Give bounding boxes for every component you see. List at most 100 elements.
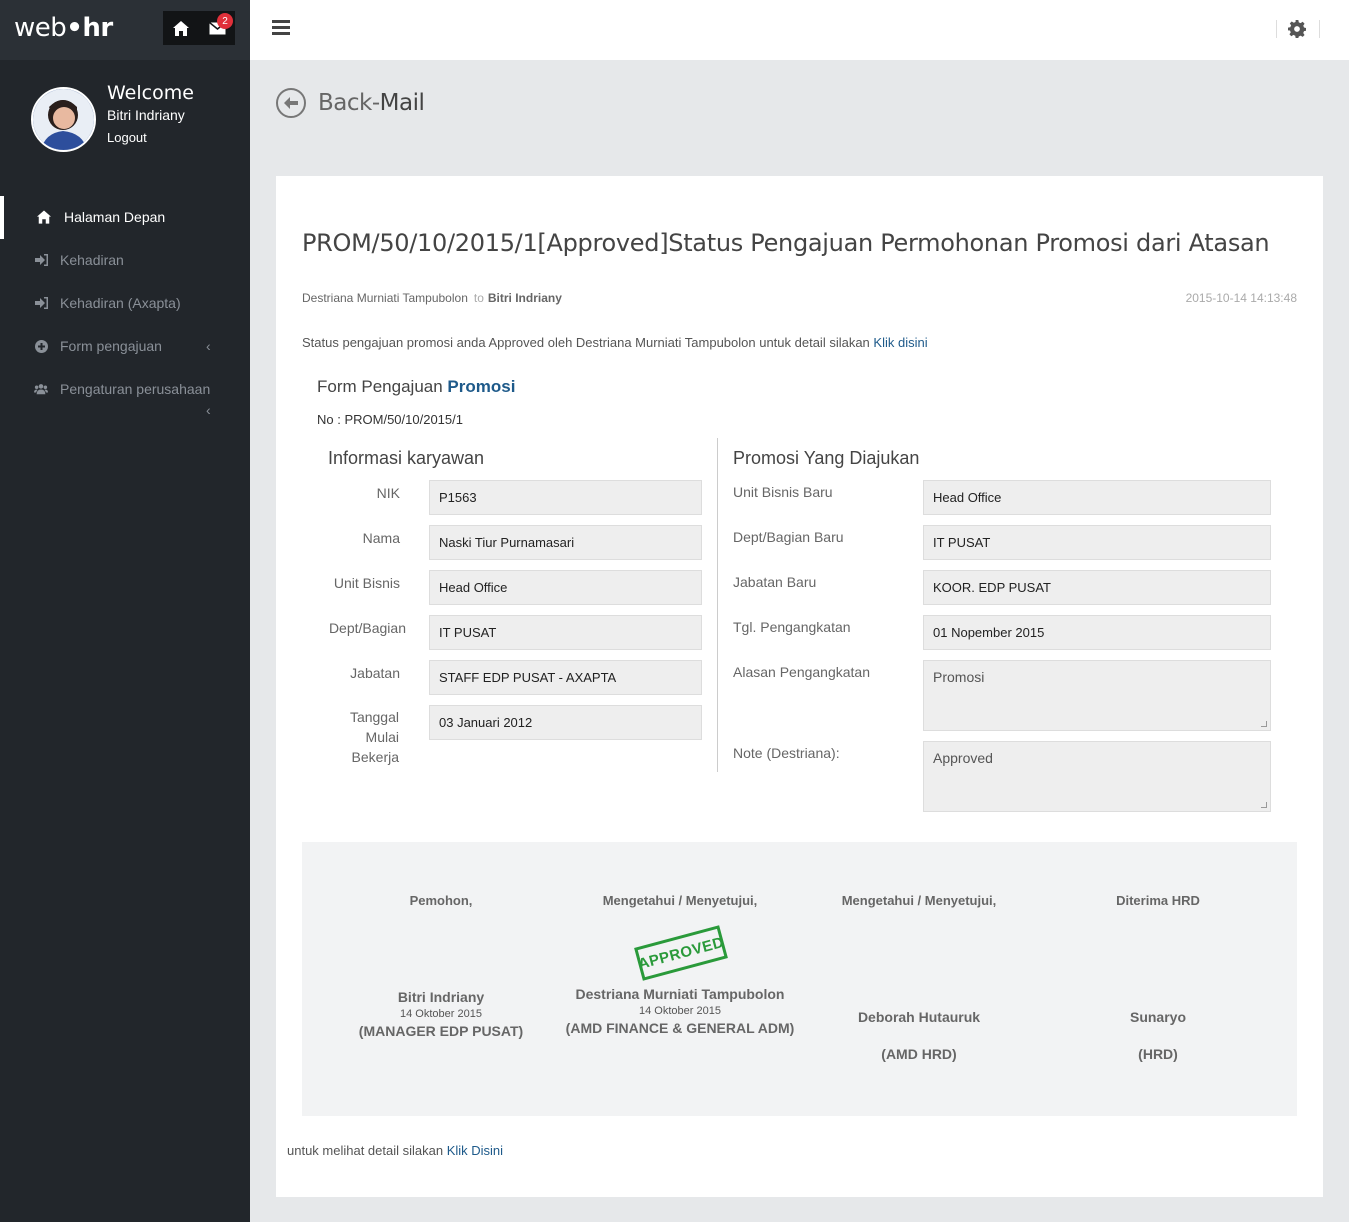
field-label: Jabatan Baru bbox=[733, 574, 817, 590]
note-textarea[interactable]: Approved bbox=[923, 741, 1271, 812]
home-icon bbox=[37, 210, 51, 224]
sidebar-item-label: Kehadiran (Axapta) bbox=[60, 295, 181, 311]
column-divider bbox=[717, 438, 718, 772]
sidebar-item-form-pengajuan[interactable]: Form pengajuan ‹ bbox=[0, 325, 250, 368]
form-title: Form Pengajuan Promosi bbox=[317, 377, 515, 397]
back-button[interactable]: Back-Mail bbox=[276, 88, 425, 118]
signature-approver-1-detail: Destriana Murniati Tampubolon 14 Oktober… bbox=[560, 986, 800, 1036]
sender-name: Destriana Murniati Tampubolon bbox=[302, 291, 468, 305]
label-line: Mulai bbox=[365, 729, 399, 745]
app-logo[interactable]: web•hr bbox=[14, 13, 113, 43]
field-label: Unit Bisnis bbox=[333, 575, 400, 591]
hamburger-menu-icon[interactable] bbox=[272, 20, 290, 36]
nama-field[interactable]: Naski Tiur Purnamasari bbox=[429, 525, 702, 560]
sidebar: web•hr 2 Welcome Bitri Indriany Logout H… bbox=[0, 0, 250, 1222]
signer-role: (MANAGER EDP PUSAT) bbox=[358, 1023, 524, 1039]
detail-link[interactable]: Klik disini bbox=[873, 335, 927, 350]
divider bbox=[1276, 20, 1277, 38]
signature-approver-1: Mengetahui / Menyetujui, bbox=[560, 893, 800, 908]
jabatan-field[interactable]: STAFF EDP PUSAT - AXAPTA bbox=[429, 660, 702, 695]
mail-button[interactable]: 2 bbox=[199, 11, 235, 45]
approved-stamp: APPROVED bbox=[634, 925, 728, 981]
textarea-value: Approved bbox=[933, 750, 993, 766]
field-label: Note (Destriana): bbox=[733, 745, 840, 761]
mail-subject: PROM/50/10/2015/1[Approved]Status Pengaj… bbox=[302, 229, 1270, 257]
page-title: Back-Mail bbox=[318, 90, 425, 116]
unit-bisnis-field[interactable]: Head Office bbox=[429, 570, 702, 605]
field-label: Alasan Pengangkatan bbox=[733, 664, 870, 680]
signature-heading: Mengetahui / Menyetujui, bbox=[602, 893, 758, 908]
footer-text: untuk melihat detail silakan bbox=[287, 1143, 447, 1158]
sidebar-item-kehadiran-axapta[interactable]: Kehadiran (Axapta) bbox=[0, 282, 250, 325]
user-profile: Welcome Bitri Indriany Logout bbox=[0, 60, 250, 190]
resize-grip-icon[interactable] bbox=[1261, 721, 1267, 727]
dept-bagian-baru-field[interactable]: IT PUSAT bbox=[923, 525, 1271, 560]
logo-bar: web•hr 2 bbox=[0, 0, 250, 60]
signature-hrd-detail: Sunaryo (HRD) bbox=[1038, 1009, 1278, 1062]
sign-date: 14 Oktober 2015 bbox=[639, 1005, 721, 1017]
logout-link[interactable]: Logout bbox=[107, 130, 147, 145]
employee-info-title: Informasi karyawan bbox=[328, 448, 485, 468]
avatar bbox=[31, 87, 96, 152]
signature-heading: Mengetahui / Menyetujui, bbox=[841, 893, 997, 908]
alasan-pengangkatan-textarea[interactable]: Promosi bbox=[923, 660, 1271, 731]
signature-heading: Pemohon, bbox=[409, 893, 473, 908]
top-bar bbox=[250, 0, 1349, 60]
sidebar-item-kehadiran[interactable]: Kehadiran bbox=[0, 239, 250, 282]
jabatan-baru-field[interactable]: KOOR. EDP PUSAT bbox=[923, 570, 1271, 605]
signature-approver-2: Mengetahui / Menyetujui, bbox=[799, 893, 1039, 908]
sign-date: 14 Oktober 2015 bbox=[400, 1008, 482, 1020]
tgl-pengangkatan-field[interactable]: 01 Nopember 2015 bbox=[923, 615, 1271, 650]
logo-text-web: web bbox=[14, 13, 67, 43]
signature-approver-2-detail: Deborah Hutauruk (AMD HRD) bbox=[799, 1009, 1039, 1062]
field-label: Tanggal Mulai Bekerja bbox=[306, 707, 399, 767]
field-label: Nama bbox=[362, 530, 400, 546]
sidebar-item-pengaturan-perusahaan[interactable]: Pengaturan perusahaan ‹ bbox=[0, 368, 250, 418]
form-title-text: Form Pengajuan bbox=[317, 377, 448, 396]
signer-role: (AMD FINANCE & GENERAL ADM) bbox=[565, 1020, 795, 1036]
message-text: Status pengajuan promosi anda Approved o… bbox=[302, 335, 874, 350]
sidebar-item-label: Halaman Depan bbox=[64, 209, 166, 225]
section-label: Mail bbox=[379, 90, 425, 116]
signer-role: (AMD HRD) bbox=[881, 1046, 957, 1062]
signature-heading: Diterima HRD bbox=[1116, 893, 1200, 908]
signature-pemohon: Pemohon, bbox=[321, 893, 561, 908]
field-label: Unit Bisnis Baru bbox=[733, 484, 833, 500]
detail-link-footer[interactable]: Klik Disini bbox=[447, 1143, 503, 1158]
promotion-title: Promosi Yang Diajukan bbox=[733, 448, 920, 468]
textarea-value: Promosi bbox=[933, 669, 985, 685]
mail-date: 2015-10-14 14:13:48 bbox=[1185, 291, 1297, 305]
back-label: Back- bbox=[318, 90, 380, 116]
sign-in-icon bbox=[34, 253, 48, 267]
welcome-text: Welcome bbox=[107, 82, 194, 104]
nik-field[interactable]: P1563 bbox=[429, 480, 702, 515]
recipient-name: Bitri Indriany bbox=[487, 291, 562, 305]
field-label: Dept/Bagian bbox=[328, 620, 406, 636]
mail-count-badge: 2 bbox=[217, 13, 233, 29]
signer-role: (HRD) bbox=[1138, 1046, 1178, 1062]
resize-grip-icon[interactable] bbox=[1261, 802, 1267, 808]
footer-note: untuk melihat detail silakan Klik Disini bbox=[287, 1143, 503, 1158]
logo-text-hr: hr bbox=[82, 13, 113, 43]
signer-name: Sunaryo bbox=[1129, 1009, 1186, 1025]
unit-bisnis-baru-field[interactable]: Head Office bbox=[923, 480, 1271, 515]
sidebar-item-label: Form pengajuan bbox=[60, 338, 162, 354]
plus-circle-icon bbox=[34, 339, 48, 353]
home-button[interactable] bbox=[163, 11, 199, 45]
label-line: Tanggal bbox=[349, 709, 399, 725]
divider bbox=[1319, 20, 1320, 38]
tanggal-mulai-field[interactable]: 03 Januari 2012 bbox=[429, 705, 702, 740]
sign-in-icon bbox=[34, 296, 48, 310]
field-label: Tgl. Pengangkatan bbox=[733, 619, 851, 635]
sidebar-item-halaman-depan[interactable]: Halaman Depan bbox=[0, 196, 250, 239]
mail-message: Status pengajuan promosi anda Approved o… bbox=[302, 335, 928, 350]
logo-dot: • bbox=[66, 13, 83, 43]
dept-bagian-field[interactable]: IT PUSAT bbox=[429, 615, 702, 650]
label-line: Bekerja bbox=[351, 749, 399, 765]
signature-section: Pemohon, Bitri Indriany 14 Oktober 2015 … bbox=[302, 842, 1297, 1116]
sidebar-item-label: Kehadiran bbox=[60, 252, 124, 268]
signer-name: Bitri Indriany bbox=[397, 989, 485, 1005]
home-icon bbox=[173, 20, 189, 36]
gear-icon[interactable] bbox=[1288, 20, 1306, 38]
sidebar-item-label: Pengaturan perusahaan bbox=[60, 381, 211, 397]
